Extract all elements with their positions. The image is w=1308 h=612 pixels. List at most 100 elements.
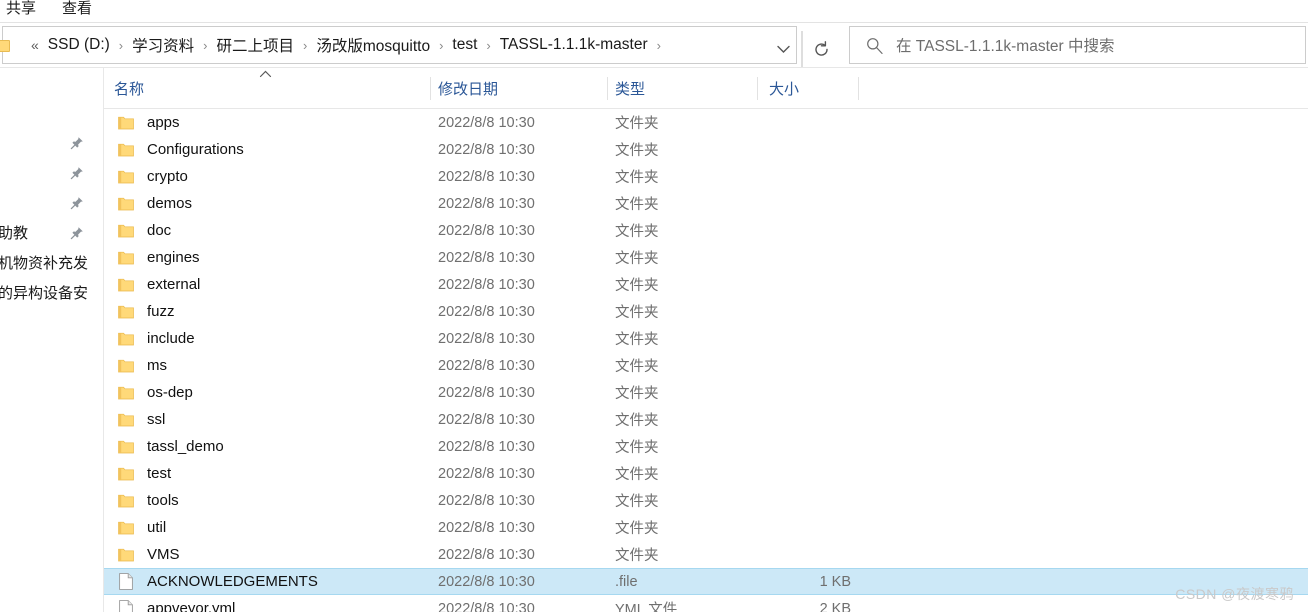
file-name-cell: include	[104, 330, 430, 347]
column-header-size[interactable]: 大小	[769, 68, 799, 108]
file-name-cell: apps	[104, 114, 430, 131]
folder-icon	[118, 278, 134, 292]
breadcrumb-item-4[interactable]: test	[450, 33, 479, 57]
folder-icon	[118, 305, 134, 319]
file-size-cell: 1 KB	[819, 573, 851, 590]
file-list-row[interactable]: engines 2022/8/8 10:30 文件夹	[104, 244, 1308, 271]
nav-item-5[interactable]: 的异构设备安	[0, 279, 104, 306]
file-date-cell: 2022/8/8 10:30	[438, 249, 535, 266]
file-list-row[interactable]: ms 2022/8/8 10:30 文件夹	[104, 352, 1308, 379]
breadcrumb-box[interactable]: « SSD (D:) › 学习资料 › 研二上项目 › 汤改版mosquitto…	[0, 26, 828, 67]
file-type-cell: YML 文件	[615, 602, 678, 612]
pin-icon[interactable]	[70, 166, 84, 180]
breadcrumb-item-1[interactable]: 学习资料	[130, 31, 196, 59]
search-icon	[867, 37, 883, 54]
nav-item-2[interactable]	[0, 189, 104, 216]
file-date-cell: 2022/8/8 10:30	[438, 438, 535, 455]
file-type-cell: 文件夹	[615, 548, 659, 564]
breadcrumb-item-current[interactable]: TASSL-1.1.1k-master	[498, 33, 650, 57]
nav-item-assistant[interactable]: 助教	[0, 219, 104, 246]
file-date-cell: 2022/8/8 10:30	[438, 114, 535, 131]
file-date-cell: 2022/8/8 10:30	[438, 168, 535, 185]
file-name-cell: util	[104, 519, 430, 536]
file-date-cell: 2022/8/8 10:30	[438, 141, 535, 158]
breadcrumb-separator-icon: ›	[439, 37, 444, 53]
file-name-cell: ssl	[104, 411, 430, 428]
file-name-label: ACKNOWLEDGEMENTS	[147, 573, 318, 590]
file-type-cell: 文件夹	[615, 386, 659, 402]
breadcrumb-item-2[interactable]: 研二上项目	[215, 31, 297, 59]
pin-icon[interactable]	[70, 136, 84, 150]
column-header-type[interactable]: 类型	[615, 68, 645, 108]
refresh-icon[interactable]	[802, 31, 840, 67]
breadcrumb-item-3[interactable]: 汤改版mosquitto	[314, 31, 432, 59]
file-type-cell: 文件夹	[615, 440, 659, 456]
file-list-row[interactable]: apps 2022/8/8 10:30 文件夹	[104, 109, 1308, 136]
file-icon	[119, 573, 133, 590]
file-explorer-window: 共享 查看 « SSD (D:) › 学习资料 › 研二上项目 › 汤改版mos…	[0, 0, 1308, 612]
nav-item-label: 助教	[0, 225, 29, 242]
column-divider[interactable]	[607, 77, 608, 100]
search-box[interactable]: 在 TASSL-1.1.1k-master 中搜索	[849, 26, 1306, 64]
nav-item-4[interactable]: 机物资补充发	[0, 249, 104, 276]
file-list-row[interactable]: ssl 2022/8/8 10:30 文件夹	[104, 406, 1308, 433]
file-list-row[interactable]: tools 2022/8/8 10:30 文件夹	[104, 487, 1308, 514]
file-type-cell: 文件夹	[615, 251, 659, 267]
file-type-cell: 文件夹	[615, 494, 659, 510]
file-name-label: demos	[147, 195, 193, 212]
file-name-cell: ms	[104, 357, 430, 374]
file-list-row[interactable]: ACKNOWLEDGEMENTS 2022/8/8 10:30 .file 1 KB	[104, 568, 1308, 595]
nav-item-1[interactable]	[0, 159, 104, 186]
breadcrumb-separator-icon: ›	[203, 37, 208, 53]
file-type-cell: 文件夹	[615, 413, 659, 429]
file-list-row[interactable]: Configurations 2022/8/8 10:30 文件夹	[104, 136, 1308, 163]
file-name-label: Configurations	[147, 141, 244, 158]
file-name-cell: engines	[104, 249, 430, 266]
file-name-cell: demos	[104, 195, 430, 212]
file-list-row[interactable]: test 2022/8/8 10:30 文件夹	[104, 460, 1308, 487]
breadcrumb-separator-icon: ›	[118, 37, 124, 53]
file-list-row[interactable]: fuzz 2022/8/8 10:30 文件夹	[104, 298, 1308, 325]
file-name-label: appveyor.yml	[147, 600, 236, 612]
file-list-row[interactable]: external 2022/8/8 10:30 文件夹	[104, 271, 1308, 298]
sort-ascending-icon	[259, 68, 272, 80]
column-divider[interactable]	[430, 77, 431, 100]
chevron-down-icon[interactable]	[765, 31, 801, 67]
file-list-row[interactable]: os-dep 2022/8/8 10:30 文件夹	[104, 379, 1308, 406]
file-list-row[interactable]: util 2022/8/8 10:30 文件夹	[104, 514, 1308, 541]
file-list-row[interactable]: include 2022/8/8 10:30 文件夹	[104, 325, 1308, 352]
navigation-pane: 助教 机物资补充发 的异构设备安	[0, 68, 104, 612]
breadcrumb-item-drive[interactable]: SSD (D:)	[46, 33, 112, 57]
file-date-cell: 2022/8/8 10:30	[438, 195, 535, 212]
column-header-name[interactable]: 名称	[114, 68, 144, 108]
file-name-label: external	[147, 276, 201, 293]
ribbon-tab-share[interactable]: 共享	[6, 0, 36, 20]
file-list-row[interactable]: doc 2022/8/8 10:30 文件夹	[104, 217, 1308, 244]
file-list-row[interactable]: crypto 2022/8/8 10:30 文件夹	[104, 163, 1308, 190]
file-list-row[interactable]: appveyor.yml 2022/8/8 10:30 YML 文件 2 KB	[104, 595, 1308, 612]
folder-icon	[118, 170, 134, 184]
search-input[interactable]: 在 TASSL-1.1.1k-master 中搜索	[896, 34, 1114, 56]
file-date-cell: 2022/8/8 10:30	[438, 357, 535, 374]
breadcrumb-overflow-icon[interactable]: «	[31, 38, 39, 52]
file-name-cell: appveyor.yml	[104, 600, 430, 612]
file-list-row[interactable]: tassl_demo 2022/8/8 10:30 文件夹	[104, 433, 1308, 460]
column-divider[interactable]	[858, 77, 859, 100]
address-bar: « SSD (D:) › 学习资料 › 研二上项目 › 汤改版mosquitto…	[0, 23, 1308, 67]
file-list-row[interactable]: demos 2022/8/8 10:30 文件夹	[104, 190, 1308, 217]
pin-icon[interactable]	[70, 226, 84, 240]
column-header-date-modified[interactable]: 修改日期	[438, 68, 498, 108]
nav-item-0[interactable]	[0, 129, 104, 156]
file-type-cell: 文件夹	[615, 467, 659, 483]
breadcrumb-separator-icon: ›	[303, 37, 308, 53]
file-list[interactable]: apps 2022/8/8 10:30 文件夹 Configurations 2022/…	[104, 109, 1308, 612]
file-name-label: include	[147, 330, 195, 347]
folder-icon	[118, 143, 134, 157]
pin-icon[interactable]	[70, 196, 84, 210]
file-date-cell: 2022/8/8 10:30	[438, 384, 535, 401]
file-type-cell: 文件夹	[615, 521, 659, 537]
file-list-row[interactable]: VMS 2022/8/8 10:30 文件夹	[104, 541, 1308, 568]
ribbon-tab-view[interactable]: 查看	[62, 0, 92, 20]
column-divider[interactable]	[757, 77, 758, 100]
nav-item-label: 的异构设备安	[0, 285, 89, 302]
